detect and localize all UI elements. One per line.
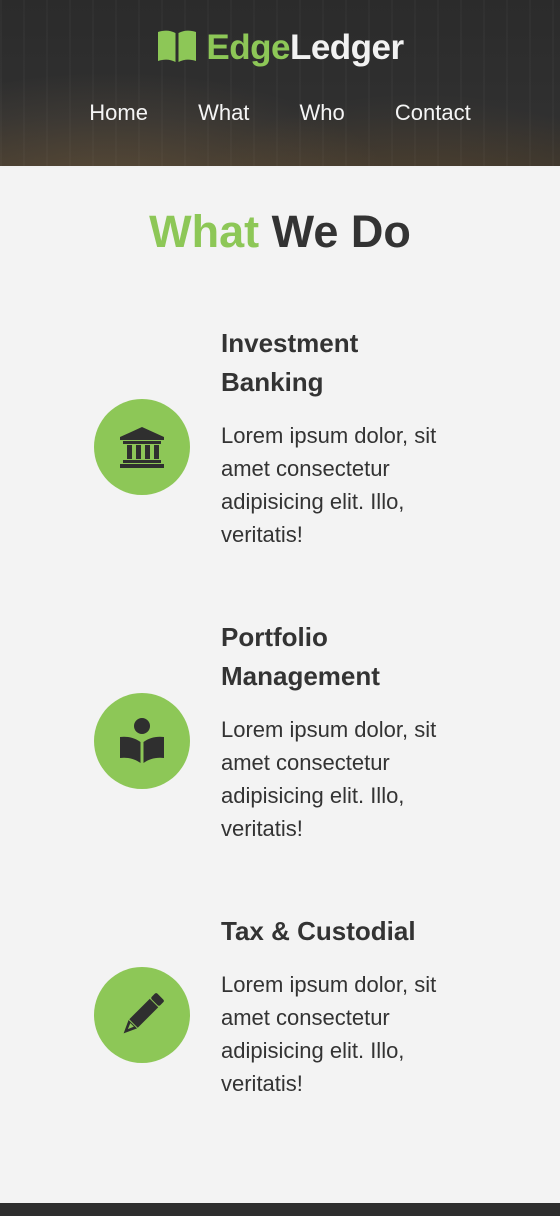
desc-line: veritatis! — [221, 522, 303, 547]
service-title: Investment Banking — [221, 324, 481, 402]
site-header: EdgeLedger Home What Who Contact — [0, 0, 560, 168]
service-title: Tax & Custodial — [221, 912, 481, 951]
service-title-line1: Portfolio — [221, 622, 328, 652]
nav-home[interactable]: Home — [89, 96, 148, 130]
service-title: Portfolio Management — [221, 618, 481, 696]
desc-line: adipisicing elit. Illo, — [221, 1038, 405, 1063]
service-title-line1: Tax & Custodial — [221, 916, 416, 946]
service-title-line2: Banking — [221, 367, 324, 397]
service-description: Lorem ipsum dolor, sit amet consectetur … — [221, 968, 481, 1100]
brand-name-part2: Ledger — [289, 28, 404, 67]
footer-bar — [0, 1203, 560, 1216]
desc-line: adipisicing elit. Illo, — [221, 783, 405, 808]
service-title-line2: Management — [221, 661, 380, 691]
service-icon-circle — [94, 693, 190, 789]
brand-name-part1: Edge — [206, 28, 290, 67]
service-item-investment-banking: Investment Banking Lorem ipsum dolor, si… — [0, 320, 560, 560]
bank-building-icon — [120, 427, 164, 468]
desc-line: Lorem ipsum dolor, sit — [221, 717, 437, 742]
desc-line: Lorem ipsum dolor, sit — [221, 972, 437, 997]
nav-who[interactable]: Who — [300, 96, 345, 130]
desc-line: adipisicing elit. Illo, — [221, 489, 405, 514]
nav-what[interactable]: What — [198, 96, 249, 130]
service-item-portfolio-management: Portfolio Management Lorem ipsum dolor, … — [0, 614, 560, 854]
service-description: Lorem ipsum dolor, sit amet consectetur … — [221, 419, 481, 551]
main-nav: Home What Who Contact — [0, 96, 560, 130]
section-title-main: We Do — [271, 206, 411, 257]
pencil-icon — [123, 993, 164, 1034]
desc-line: veritatis! — [221, 816, 303, 841]
desc-line: amet consectetur — [221, 1005, 390, 1030]
desc-line: veritatis! — [221, 1071, 303, 1096]
open-book-icon — [156, 29, 198, 63]
service-icon-circle — [94, 967, 190, 1063]
service-description: Lorem ipsum dolor, sit amet consectetur … — [221, 713, 481, 845]
reader-book-icon — [120, 718, 164, 763]
service-item-tax-custodial: Tax & Custodial Lorem ipsum dolor, sit a… — [0, 908, 560, 1108]
section-title-accent: What — [149, 206, 260, 257]
brand-logo[interactable]: EdgeLedger — [0, 26, 560, 70]
desc-line: amet consectetur — [221, 456, 390, 481]
nav-contact[interactable]: Contact — [395, 96, 471, 130]
desc-line: Lorem ipsum dolor, sit — [221, 423, 437, 448]
desc-line: amet consectetur — [221, 750, 390, 775]
service-title-line1: Investment — [221, 328, 359, 358]
service-icon-circle — [94, 399, 190, 495]
section-title: What We Do — [0, 204, 560, 260]
